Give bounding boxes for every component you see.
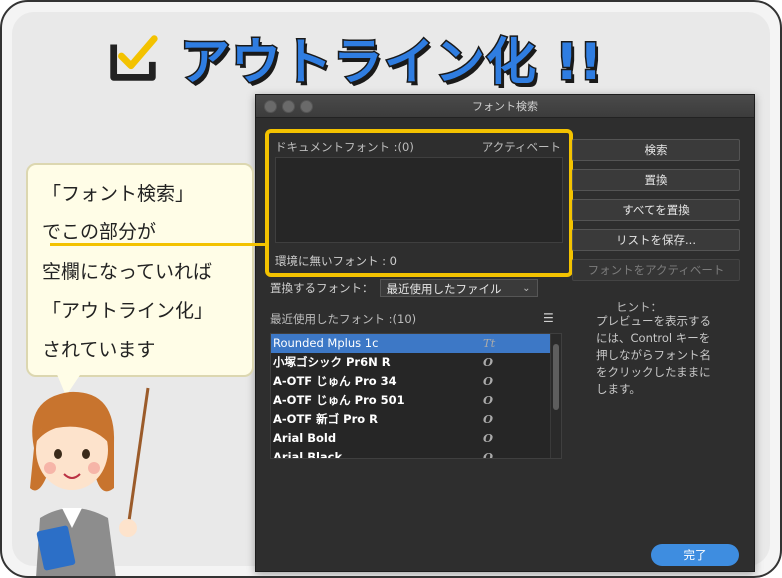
callout-line: 「アウトライン化」 <box>42 300 214 322</box>
list-item[interactable]: Arial Bold O <box>271 429 561 448</box>
hint-text: プレビューを表示するには、Control キーを押しながらフォント名をクリックし… <box>596 314 711 396</box>
headline: アウトライン化 !! <box>104 22 604 94</box>
replace-with-row: 置換するフォント： 最近使用したファイル ⌄ <box>270 279 538 297</box>
missing-fonts-label: 環境に無いフォント : 0 <box>275 254 398 268</box>
pointer-line <box>50 243 268 246</box>
replace-with-value: 最近使用したファイル <box>386 282 502 296</box>
replace-all-button[interactable]: すべてを置換 <box>572 199 740 221</box>
list-item[interactable]: Arial Black O <box>271 448 561 459</box>
callout-line: 「フォント検索」 <box>42 183 195 205</box>
window-title: フォント検索 <box>472 100 538 113</box>
done-button[interactable]: 完了 <box>651 544 739 566</box>
recent-fonts-list[interactable]: Rounded Mplus 1c Tt 小塚ゴシック Pr6N RO A-OTF … <box>270 333 562 459</box>
scrollbar-thumb[interactable] <box>553 344 559 410</box>
list-item[interactable]: A-OTF じゅん Pro 34 O <box>271 372 561 391</box>
recent-fonts-label: 最近使用したフォント :(10) <box>270 312 417 326</box>
font-find-dialog: フォント検索 ドキュメントフォント :(0) アクティベート 環境に無いフォント… <box>255 94 755 572</box>
document-fonts-label: ドキュメントフォント :(0) <box>275 140 414 154</box>
window-titlebar: フォント検索 <box>256 95 754 118</box>
chevron-down-icon: ⌄ <box>522 283 531 294</box>
check-icon <box>110 35 158 81</box>
replace-button[interactable]: 置換 <box>572 169 740 191</box>
teacher-illustration <box>30 387 150 576</box>
save-list-button[interactable]: リストを保存... <box>572 229 740 251</box>
font-type-icon: O <box>483 374 494 388</box>
list-menu-icon[interactable]: ☰ <box>543 311 554 325</box>
replace-with-select[interactable]: 最近使用したファイル ⌄ <box>379 279 538 297</box>
list-item[interactable]: A-OTF 新ゴ Pro RO <box>271 410 561 429</box>
list-item[interactable]: 小塚ゴシック Pr6N RO <box>271 353 561 372</box>
list-item[interactable]: A-OTF じゅん Pro 501 O <box>271 391 561 410</box>
font-type-icon: O <box>483 431 494 445</box>
font-type-icon: O <box>483 412 494 426</box>
callout-line: 空欄になっていれば <box>42 261 213 283</box>
callout-bubble: 「フォント検索」 でこの部分が 空欄になっていれば 「アウトライン化」 されてい… <box>26 163 254 377</box>
replace-with-label: 置換するフォント： <box>270 281 374 295</box>
outer-frame: アウトライン化 !! フォント検索 ドキュメントフォント :(0) アクティベー… <box>0 0 782 578</box>
activate-fonts-button[interactable]: フォントをアクティベート <box>572 259 740 281</box>
callout-line: されています <box>42 339 156 361</box>
headline-title: アウトライン化 !! <box>178 32 604 93</box>
find-button[interactable]: 検索 <box>572 139 740 161</box>
document-fonts-panel: ドキュメントフォント :(0) アクティベート 環境に無いフォント : 0 <box>265 129 573 277</box>
document-fonts-list[interactable] <box>275 157 563 243</box>
font-type-icon: Tt <box>483 336 496 350</box>
font-type-icon: O <box>483 450 494 459</box>
font-type-icon: O <box>483 393 494 407</box>
list-scrollbar[interactable] <box>550 334 561 458</box>
callout-line: でこの部分が <box>42 221 157 243</box>
list-item[interactable]: Rounded Mplus 1c Tt <box>271 334 561 353</box>
font-type-icon: O <box>483 355 494 369</box>
activate-label: アクティベート <box>481 140 561 154</box>
